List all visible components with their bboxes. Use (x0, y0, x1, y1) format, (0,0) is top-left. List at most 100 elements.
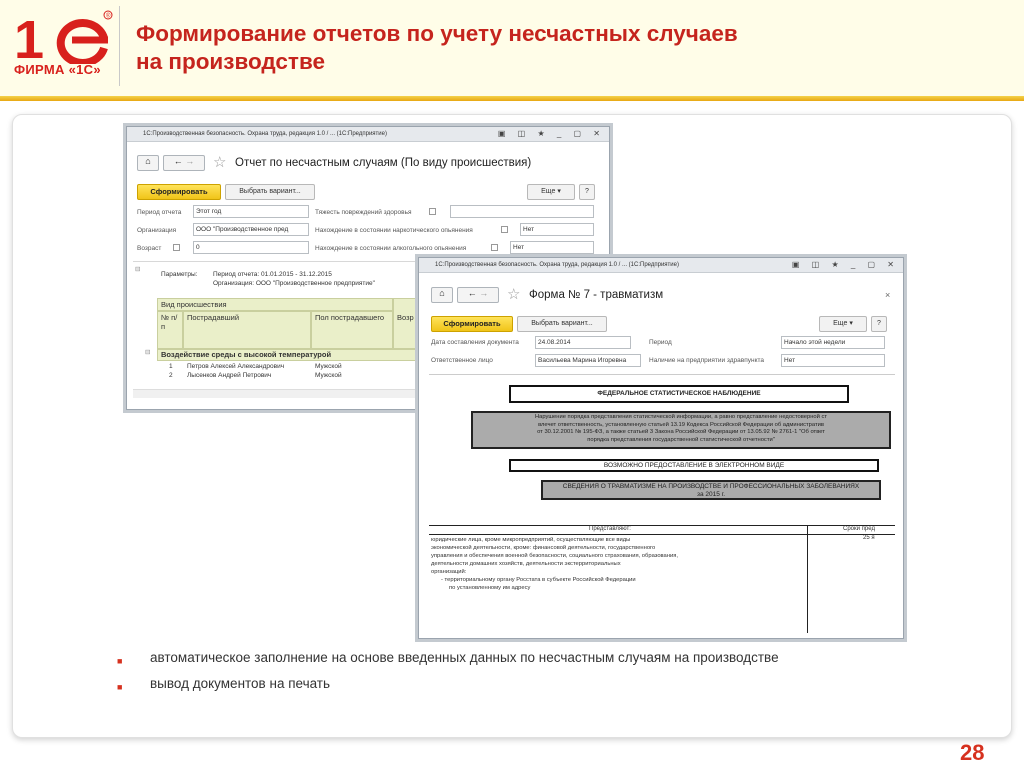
arrow-right-icon: → (185, 156, 195, 166)
generate-button[interactable]: Сформировать (431, 316, 513, 332)
home-icon: ⌂ (145, 156, 151, 166)
severity-field[interactable] (450, 205, 594, 218)
favorite-star-icon[interactable]: ☆ (507, 285, 520, 303)
col-present: Представляют: (589, 526, 631, 532)
drug-checkbox[interactable] (501, 226, 508, 233)
params-label: Параметры: (161, 271, 198, 278)
favorite-star-icon[interactable]: ☆ (213, 153, 226, 171)
help-button[interactable]: ? (871, 316, 887, 332)
alco-checkbox[interactable] (491, 244, 498, 251)
legal-notice-box: Нарушение порядка представления статисти… (471, 411, 891, 449)
arrow-right-icon: → (479, 288, 489, 298)
row-sex: Мужской (315, 372, 342, 379)
age-checkbox[interactable] (173, 244, 180, 251)
severity-checkbox[interactable] (429, 208, 436, 215)
injury-info-title: СВЕДЕНИЯ О ТРАВМАТИЗМЕ НА ПРОИЗВОДСТВЕ И… (562, 483, 860, 490)
table-header-line (429, 534, 895, 535)
arrow-left-icon: ← (467, 288, 477, 298)
alco-field[interactable]: Нет (510, 241, 594, 254)
slide-title-line2: на производстве (136, 49, 325, 74)
window-controls[interactable]: ▣ ◫ ★ _ ▢ ✕ (792, 260, 899, 269)
notice-line: от 30.12.2001 № 195-ФЗ, а также статьей … (537, 429, 825, 436)
col-sex: Пол пострадавшего (311, 311, 393, 349)
home-button[interactable]: ⌂ (431, 287, 453, 303)
generate-button[interactable]: Сформировать (137, 184, 221, 200)
col-num: № п/п (157, 311, 183, 349)
table-top-line (429, 525, 895, 526)
doc-body: юридические лица, кроме микропредприятий… (431, 536, 678, 592)
doc-line: деятельности домашних хозяйств, деятельн… (431, 561, 621, 567)
params-period: Период отчета: 01.01.2015 - 31.12.2015 (213, 271, 332, 278)
bullet-icon: ■ (117, 656, 123, 666)
date-field[interactable]: 24.08.2014 (535, 336, 631, 349)
health-field[interactable]: Нет (781, 354, 885, 367)
age-field[interactable]: 0 (193, 241, 309, 254)
drug-label: Нахождение в состоянии наркотического оп… (315, 227, 473, 234)
window-controls[interactable]: ▣ ◫ ★ _ ▢ ✕ (498, 129, 605, 138)
bullet-icon: ■ (117, 682, 123, 692)
svg-text:®: ® (106, 13, 111, 20)
bullet-item: автоматическое заполнение на основе введ… (150, 650, 779, 665)
org-label: Организация (137, 227, 177, 234)
window-title-text: 1С:Производственная безопасность. Охрана… (143, 131, 387, 137)
notice-line: порядка представления государственной ст… (587, 436, 775, 443)
params-org: Организация: ООО "Производственное предп… (213, 280, 375, 287)
doc-line: управления и обеспечения военной безопас… (431, 553, 678, 559)
help-button[interactable]: ? (579, 184, 595, 200)
period-field[interactable]: Этот год (193, 205, 309, 218)
federal-observation-box: ФЕДЕРАЛЬНОЕ СТАТИСТИЧЕСКОЕ НАБЛЮДЕНИЕ (509, 385, 849, 403)
electronic-box: ВОЗМОЖНО ПРЕДОСТАВЛЕНИЕ В ЭЛЕКТРОННОМ ВИ… (509, 459, 879, 472)
group-row: Воздействие среды с высокой температурой (157, 349, 417, 361)
slide-title: Формирование отчетов по учету несчастных… (136, 20, 996, 76)
doc-line: - территориальному органу Росстата в суб… (441, 577, 636, 583)
doc-line: организаций: (431, 569, 467, 575)
severity-label: Тяжесть повреждений здоровья (315, 209, 412, 216)
bullet-item: вывод документов на печать (150, 676, 331, 691)
more-button[interactable]: Еще ▾ (527, 184, 575, 200)
doc-line: по установленному им адресу (449, 585, 531, 591)
period-label: Период отчета (137, 209, 182, 216)
row-sex: Мужской (315, 363, 342, 370)
logo-1c: 1 ® (14, 10, 113, 64)
home-button[interactable]: ⌂ (137, 155, 159, 171)
org-field[interactable]: ООО "Производственное пред (193, 223, 309, 236)
logo-separator (119, 6, 120, 86)
group-collapse-icon[interactable]: ⊟ (145, 348, 150, 356)
period-label: Период (649, 339, 672, 346)
home-icon: ⌂ (439, 288, 445, 298)
injury-info-box: СВЕДЕНИЯ О ТРАВМАТИЗМЕ НА ПРОИЗВОДСТВЕ И… (541, 480, 881, 500)
date-label: Дата составления документа (431, 339, 519, 346)
arrow-left-icon: ← (173, 156, 183, 166)
drug-field[interactable]: Нет (520, 223, 594, 236)
doc-line: юридические лица, кроме микропредприятий… (431, 537, 631, 543)
nav-back-forward[interactable]: ← → (163, 155, 205, 171)
more-label: Еще (833, 320, 848, 327)
row-num: 1 (169, 363, 173, 370)
col-age: Возр (393, 298, 417, 349)
collapse-icon[interactable]: ⊟ (135, 265, 140, 273)
dropdown-arrow-icon: ▾ (557, 188, 561, 195)
row-name: Лысенков Андрей Петрович (187, 372, 272, 379)
group-header: Вид происшествия (157, 298, 393, 311)
doc-line: экономической деятельности, кроме: финан… (431, 545, 656, 551)
select-variant-button[interactable]: Выбрать вариант... (225, 184, 315, 200)
more-label: Еще (541, 188, 556, 195)
age-label: Возраст (137, 245, 162, 252)
slide-number: 28 (960, 740, 985, 765)
more-button[interactable]: Еще ▾ (819, 316, 867, 332)
close-icon[interactable]: × (885, 290, 890, 300)
logo-caption: ФИРМА «1С» (14, 62, 101, 77)
form-title: Форма № 7 - травматизм (529, 289, 664, 301)
row-num: 2 (169, 372, 173, 379)
table-col-line (807, 525, 808, 633)
slide-title-line1: Формирование отчетов по учету несчастных… (136, 21, 738, 46)
row-name: Петров Алексей Александрович (187, 363, 285, 370)
select-variant-button[interactable]: Выбрать вариант... (517, 316, 607, 332)
resp-field[interactable]: Васильева Марина Игоревна (535, 354, 641, 367)
nav-back-forward[interactable]: ← → (457, 287, 499, 303)
notice-line: Нарушение порядка представления статисти… (534, 414, 828, 420)
alco-label: Нахождение в состоянии алкогольного опья… (315, 245, 467, 252)
terms-value: 25 я (863, 535, 875, 541)
period-field[interactable]: Начало этой недели (781, 336, 885, 349)
document-preview[interactable]: ФЕДЕРАЛЬНОЕ СТАТИСТИЧЕСКОЕ НАБЛЮДЕНИЕ На… (429, 374, 895, 633)
